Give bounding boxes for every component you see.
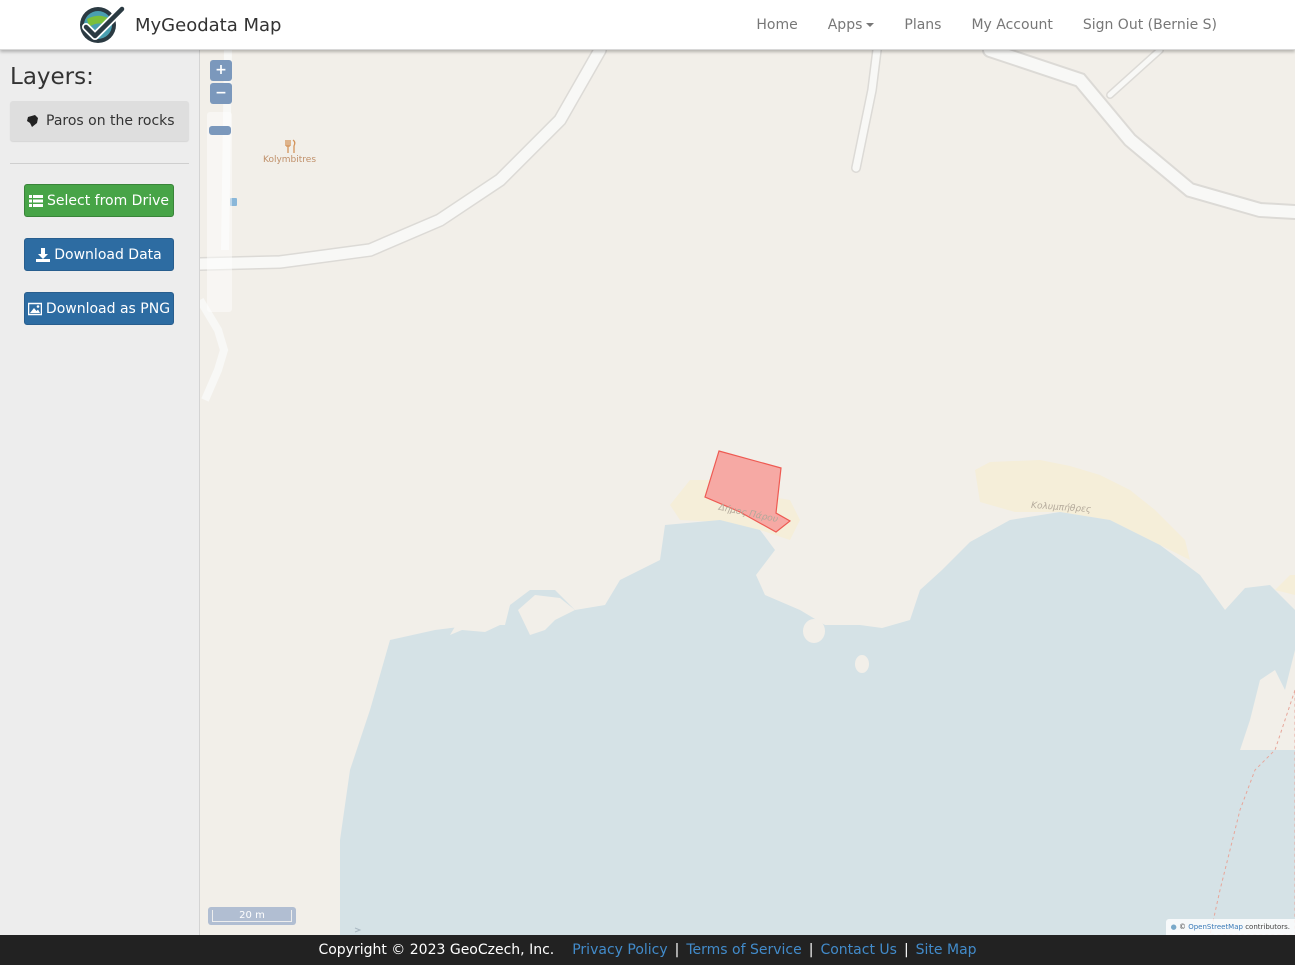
brand-name: MyGeodata Map xyxy=(135,14,282,36)
caret-down-icon xyxy=(866,22,875,27)
mygeodata-logo-icon xyxy=(80,5,125,43)
layer-name: Paros on the rocks xyxy=(46,113,175,129)
footer-separator: | xyxy=(903,942,909,958)
sidebar-divider xyxy=(10,163,189,164)
download-data-button[interactable]: Download Data xyxy=(24,238,174,271)
nav-sign-out[interactable]: Sign Out (Bernie S) xyxy=(1068,17,1232,33)
nav-my-account[interactable]: My Account xyxy=(956,17,1067,33)
download-icon xyxy=(36,247,51,262)
polygon-layer-icon xyxy=(27,115,38,127)
download-data-label: Download Data xyxy=(54,246,162,263)
nav-plans[interactable]: Plans xyxy=(889,17,956,33)
footer-copyright: Copyright © 2023 GeoCzech, Inc. xyxy=(318,942,555,958)
top-navbar: MyGeodata Map Home Apps Plans My Account… xyxy=(0,0,1295,50)
footer-separator: | xyxy=(674,942,680,958)
scale-label: 20 m xyxy=(212,910,292,922)
main-nav: Home Apps Plans My Account Sign Out (Ber… xyxy=(741,0,1295,49)
download-png-label: Download as PNG xyxy=(45,300,171,317)
scale-bar: 20 m xyxy=(208,907,296,925)
footer-privacy-link[interactable]: Privacy Policy xyxy=(572,942,667,958)
brand[interactable]: MyGeodata Map xyxy=(78,5,281,45)
zoom-in-button[interactable]: + xyxy=(210,60,232,81)
footer-terms-link[interactable]: Terms of Service xyxy=(686,942,801,958)
attribution-suffix: contributors. xyxy=(1245,923,1290,931)
picture-icon xyxy=(27,302,42,315)
zoom-slider-handle[interactable] xyxy=(209,126,231,135)
layer-item[interactable]: Paros on the rocks xyxy=(10,101,189,141)
osm-icon: ● xyxy=(1170,923,1177,931)
attribution-prefix: © xyxy=(1178,923,1186,931)
poi-label-kolymbitres: Kolymbitres xyxy=(263,155,317,165)
map-basemap xyxy=(200,50,1295,935)
footer-sitemap-link[interactable]: Site Map xyxy=(916,942,977,958)
footer-contact-link[interactable]: Contact Us xyxy=(820,942,896,958)
sidebar: Layers: Paros on the rocks Select from D… xyxy=(0,50,200,935)
layers-title: Layers: xyxy=(10,64,94,90)
map-attribution: ● © OpenStreetMap contributors. xyxy=(1165,919,1295,935)
zoom-out-button[interactable]: − xyxy=(210,83,232,104)
map-view[interactable]: Kolymbitres Δήμος Πάρου Κολυμπήθρες + − … xyxy=(200,50,1295,935)
nav-home[interactable]: Home xyxy=(741,17,812,33)
download-png-button[interactable]: Download as PNG xyxy=(24,292,174,325)
nav-apps[interactable]: Apps xyxy=(813,17,890,33)
nav-apps-label: Apps xyxy=(827,16,863,33)
zoom-slider-track[interactable] xyxy=(207,112,232,312)
footer: Copyright © 2023 GeoCzech, Inc. Privacy … xyxy=(0,935,1295,965)
select-from-drive-label: Select from Drive xyxy=(47,192,169,209)
list-icon xyxy=(29,194,43,207)
select-from-drive-button[interactable]: Select from Drive xyxy=(24,184,174,217)
openstreetmap-link[interactable]: OpenStreetMap xyxy=(1188,923,1243,931)
footer-separator: | xyxy=(808,942,814,958)
